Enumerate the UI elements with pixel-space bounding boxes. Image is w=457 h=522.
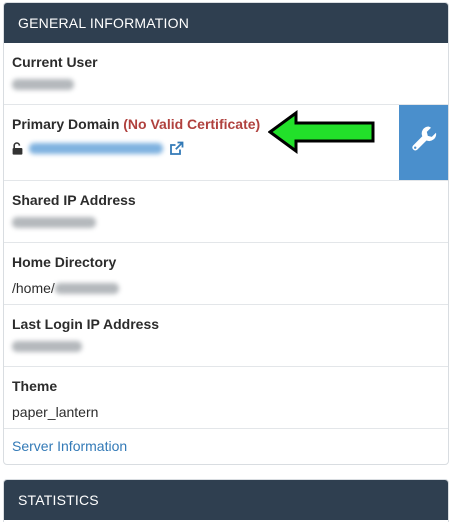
home-directory-label: Home Directory bbox=[12, 254, 117, 270]
statistics-header: STATISTICS bbox=[4, 480, 448, 520]
last-login-ip-label: Last Login IP Address bbox=[12, 316, 160, 332]
theme-value: paper_lantern bbox=[12, 404, 99, 420]
general-information-panel: GENERAL INFORMATION Current User Primary… bbox=[3, 2, 449, 465]
shared-ip-label: Shared IP Address bbox=[12, 192, 136, 208]
last-login-ip-row: Last Login IP Address bbox=[4, 305, 448, 367]
redacted-username bbox=[12, 79, 74, 90]
statistics-panel: STATISTICS bbox=[3, 479, 449, 522]
wrench-icon bbox=[410, 124, 438, 161]
redacted-domain-link[interactable] bbox=[29, 143, 163, 154]
server-information-link[interactable]: Server Information bbox=[12, 438, 127, 454]
redacted-home-directory bbox=[54, 282, 119, 294]
green-arrow-icon bbox=[268, 110, 375, 154]
current-user-value bbox=[12, 79, 440, 90]
current-user-row: Current User bbox=[4, 43, 448, 105]
theme-label: Theme bbox=[12, 378, 58, 394]
home-directory-value: /home/ bbox=[12, 279, 440, 297]
home-directory-row: Home Directory /home/ bbox=[4, 243, 448, 305]
redacted-last-login-ip bbox=[12, 341, 82, 352]
last-login-ip-value bbox=[12, 341, 440, 352]
unlocked-lock-icon bbox=[12, 142, 23, 155]
no-valid-certificate-warning: (No Valid Certificate) bbox=[123, 116, 261, 132]
server-information-row: Server Information bbox=[4, 429, 448, 464]
current-user-label: Current User bbox=[12, 54, 98, 70]
manage-ssl-wrench-button[interactable] bbox=[399, 105, 448, 180]
shared-ip-row: Shared IP Address bbox=[4, 181, 448, 243]
primary-domain-row: Primary Domain (No Valid Certificate) bbox=[4, 105, 448, 181]
theme-row: Theme paper_lantern bbox=[4, 367, 448, 429]
shared-ip-value bbox=[12, 217, 440, 228]
primary-domain-label-text: Primary Domain bbox=[12, 116, 120, 132]
home-directory-prefix: /home/ bbox=[12, 280, 55, 296]
redacted-shared-ip bbox=[12, 217, 96, 228]
external-link-icon[interactable] bbox=[169, 141, 184, 156]
general-information-header: GENERAL INFORMATION bbox=[4, 3, 448, 43]
